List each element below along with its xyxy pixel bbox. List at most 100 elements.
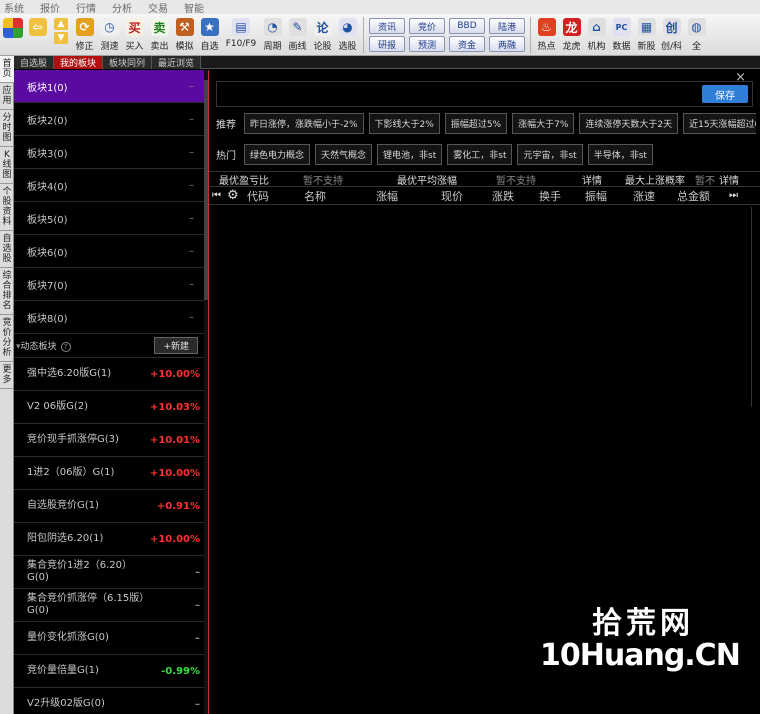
document-button[interactable]: ▤ F10/F9 (222, 14, 260, 56)
clock-button[interactable]: ◷ 测速 (97, 14, 122, 56)
column-header[interactable]: 代码 (247, 188, 269, 204)
chip-预测[interactable]: 预测 (409, 36, 445, 52)
dynamic-block-header[interactable]: ▾动态板块? +新建 (14, 334, 204, 358)
recommend-tag[interactable]: 振幅超过5% (444, 112, 508, 134)
vtab-6[interactable]: 综合排名 (0, 268, 14, 315)
bank-button[interactable]: ⌂ 机构 (584, 14, 609, 56)
chip-研报[interactable]: 研报 (369, 36, 405, 52)
block-item[interactable]: 板块2(0) – (14, 103, 204, 136)
help-icon[interactable]: ? (60, 342, 71, 352)
new-block-button[interactable]: +新建 (154, 337, 198, 354)
cycle-button[interactable]: ◔ 周期 (260, 14, 285, 56)
vtab-5[interactable]: 自选股 (0, 231, 14, 268)
hammer-button[interactable]: ⚒ 模拟 (172, 14, 197, 56)
recommend-tag[interactable]: 近15天涨幅超过6 (683, 112, 756, 134)
menu-item[interactable]: 行情 (76, 0, 96, 15)
recommend-tag[interactable]: 下影线大于2% (368, 112, 440, 134)
dynamic-block-item[interactable]: 量价变化抓涨G(0) – (14, 622, 204, 655)
detail-link-2[interactable]: 详情 (719, 172, 739, 187)
tab-3[interactable]: 最近浏览 (152, 56, 202, 69)
menu-item[interactable]: 报价 (40, 0, 60, 15)
tab-2[interactable]: 板块同列 (103, 56, 153, 69)
hot-tag[interactable]: 绿色电力概念 (244, 143, 311, 165)
detail-link-1[interactable]: 详情 (582, 172, 602, 187)
gauge-button[interactable]: ◕ 选股 (335, 14, 360, 56)
fire-button[interactable]: ♨ 热点 (534, 14, 559, 56)
hot-tag[interactable]: 半导体，非st (587, 143, 653, 165)
pen-button[interactable]: ✎ 画线 (285, 14, 310, 56)
column-header[interactable]: 涨幅 (376, 188, 398, 204)
menu-item[interactable]: 分析 (112, 0, 132, 15)
vtab-4[interactable]: 个股资料 (0, 184, 14, 231)
back-button[interactable]: ⇦ (25, 14, 50, 56)
column-header[interactable]: 涨速 (633, 188, 655, 204)
recommend-tag[interactable]: 昨日涨停，涨跌幅小于-2% (244, 112, 364, 134)
column-header[interactable]: 振幅 (585, 188, 607, 204)
hot-tag[interactable]: 元宇宙，非st (517, 143, 583, 165)
vtab-1[interactable]: 应用 (0, 83, 14, 110)
up-down-button[interactable]: ▲ ▼ (50, 14, 72, 56)
globe-button[interactable]: ◍ 全 (684, 14, 709, 56)
block-item[interactable]: 板块8(0) – (14, 301, 204, 334)
hot-tag[interactable]: 天然气概念 (315, 143, 373, 165)
app-logo[interactable] (0, 14, 25, 56)
new-stock-button[interactable]: ▦ 新股 (634, 14, 659, 56)
dynamic-block-item[interactable]: V2升级02版G(0) – (14, 688, 204, 714)
dragon-button[interactable]: 龙龙虎 (559, 14, 584, 56)
star-folder-button[interactable]: ★ 自选 (197, 14, 222, 56)
chip-bbd[interactable]: BBD (449, 18, 485, 34)
column-header[interactable]: 涨跌 (492, 188, 514, 204)
table-scrollbar[interactable] (751, 207, 756, 407)
block-item[interactable]: 板块4(0) – (14, 169, 204, 202)
vtab-7[interactable]: 竞价分析 (0, 315, 14, 362)
gear-icon[interactable]: ⚙ (227, 188, 239, 203)
chip-陆港[interactable]: 陆港 (489, 18, 525, 34)
column-header[interactable]: 换手 (539, 188, 561, 204)
dynamic-block-item[interactable]: 竞价现手抓涨停G(3) +10.01% (14, 424, 204, 457)
hot-tag[interactable]: 雾化工，非st (447, 143, 513, 165)
dynamic-block-item[interactable]: 集合竞价抓涨停（6.15版）G(0) – (14, 589, 204, 622)
new-stock-icon: ▦ (637, 18, 656, 36)
vtab-2[interactable]: 分时图 (0, 110, 14, 147)
dynamic-block-item[interactable]: 强中选6.20版G(1) +10.00% (14, 358, 204, 391)
pc-button[interactable]: PC 数据 (609, 14, 634, 56)
menu-item[interactable]: 交易 (148, 0, 168, 15)
buy-button[interactable]: 买买入 (122, 14, 147, 56)
column-header[interactable]: 现价 (441, 188, 463, 204)
tab-1[interactable]: 我的板块 (54, 56, 104, 69)
scroll-last-icon[interactable]: ⏭ (729, 190, 738, 201)
dynamic-block-item[interactable]: 1进2（06版）G(1) +10.00% (14, 457, 204, 490)
block-item[interactable]: 板块1(0) – (14, 70, 204, 103)
block-item[interactable]: 板块3(0) – (14, 136, 204, 169)
vtab-8[interactable]: 更多 (0, 362, 14, 389)
scroll-first-icon[interactable]: ⏮ (212, 190, 221, 201)
dynamic-block-item[interactable]: V2 06版G(2) +10.03% (14, 391, 204, 424)
sell-button[interactable]: 卖卖出 (147, 14, 172, 56)
dynamic-block-item[interactable]: 集合竞价1进2（6.20）G(0) – (14, 556, 204, 589)
menu-item[interactable]: 系统 (4, 0, 24, 15)
recommend-tag[interactable]: 连续涨停天数大于2天 (579, 112, 679, 134)
chip-资讯[interactable]: 资讯 (369, 18, 405, 34)
column-header[interactable]: 名称 (304, 188, 326, 204)
condition-input[interactable]: 保存 (216, 81, 753, 107)
dynamic-block-item[interactable]: 自选股竞价G(1) +0.91% (14, 490, 204, 523)
vtab-3[interactable]: K线图 (0, 147, 14, 184)
recommend-tag[interactable]: 涨幅大于7% (512, 112, 575, 134)
chip-资金[interactable]: 资金 (449, 36, 485, 52)
refresh-button[interactable]: ⟳ 修正 (72, 14, 97, 56)
column-header[interactable]: 总金额 (677, 188, 710, 204)
dynamic-block-item[interactable]: 阳包阴选6.20(1) +10.00% (14, 523, 204, 556)
menu-item[interactable]: 智能 (184, 0, 204, 15)
vtab-0[interactable]: 首页 (0, 56, 14, 83)
chip-竞价[interactable]: 竞价 (409, 18, 445, 34)
dynamic-block-item[interactable]: 竞价量倍量G(1) -0.99% (14, 655, 204, 688)
tab-0[interactable]: 自选股 (14, 56, 55, 69)
block-item[interactable]: 板块5(0) – (14, 202, 204, 235)
comment-button[interactable]: 论论股 (310, 14, 335, 56)
block-item[interactable]: 板块6(0) – (14, 235, 204, 268)
chip-两融[interactable]: 两融 (489, 36, 525, 52)
save-button[interactable]: 保存 (702, 85, 748, 103)
chuang-button[interactable]: 创创/科 (659, 14, 684, 56)
block-item[interactable]: 板块7(0) – (14, 268, 204, 301)
hot-tag[interactable]: 锂电池，非st (377, 143, 443, 165)
